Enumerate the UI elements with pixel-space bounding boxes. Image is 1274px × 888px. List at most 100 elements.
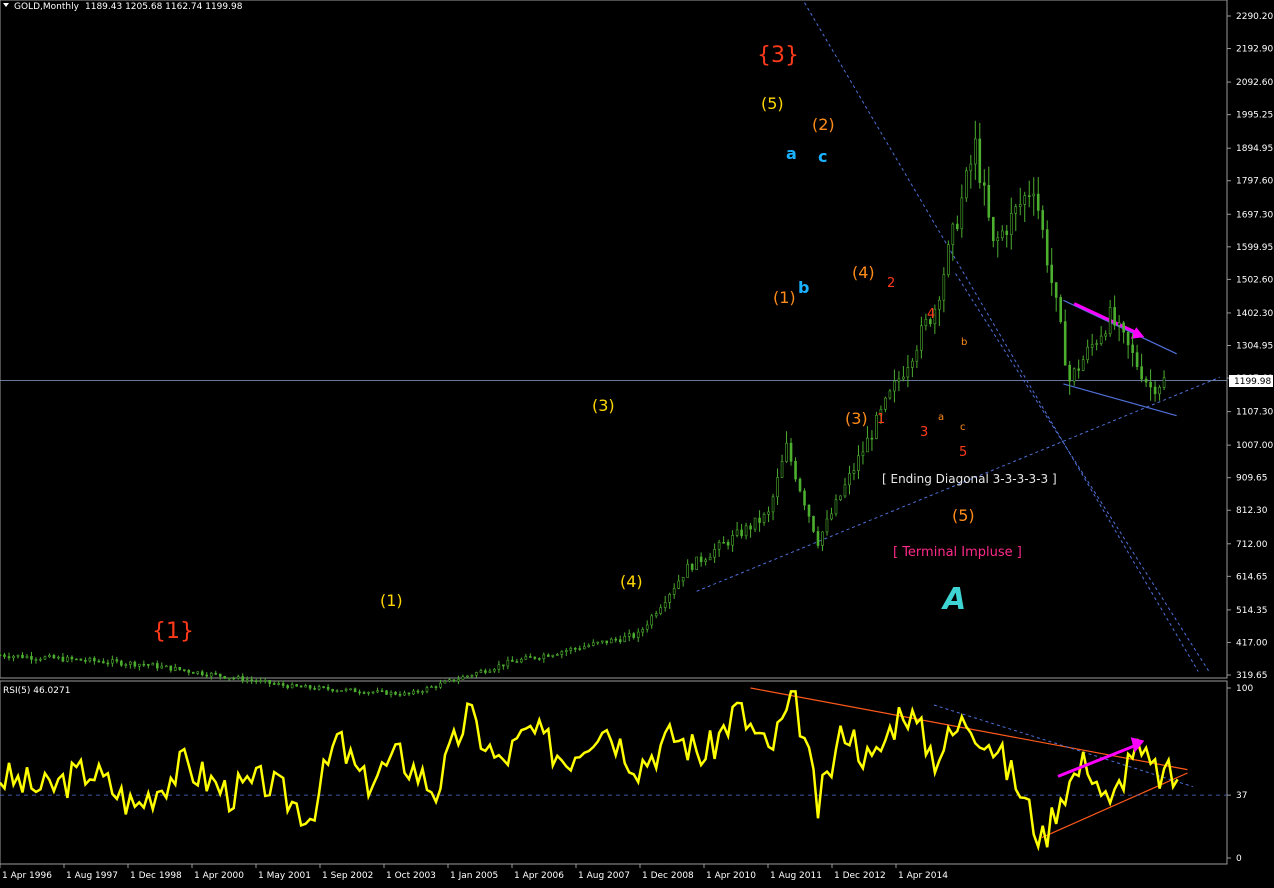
candle-body (39, 658, 42, 661)
candle-body (443, 680, 447, 684)
candle-body (511, 659, 514, 662)
wave-label-sub-a: a (938, 412, 944, 423)
candle-body (650, 615, 654, 626)
candle-body (322, 686, 325, 688)
candle-body (133, 661, 137, 667)
candle-body (713, 549, 716, 558)
x-tick-label: 1 Apr 2010 (706, 871, 756, 881)
y-tick-label: 812.30 (1236, 506, 1268, 516)
candle-body (254, 680, 258, 682)
x-tick-label: 1 Dec 2012 (834, 871, 886, 881)
wave-label-c: c (818, 147, 827, 166)
candle-body (677, 580, 680, 589)
candle-body (906, 367, 910, 378)
candle-body (1086, 346, 1089, 360)
candle-body (938, 299, 941, 310)
candle-body (668, 594, 671, 603)
candle-body (1122, 322, 1125, 333)
candle-body (281, 683, 285, 686)
candle-body (524, 656, 528, 660)
candle-body (740, 529, 743, 537)
candle-body (533, 656, 537, 659)
candle-body (942, 274, 946, 301)
candle-body (475, 672, 478, 676)
candle-body (991, 216, 995, 241)
candle-body (1149, 381, 1152, 388)
candle-body (982, 182, 986, 186)
candle-body (515, 661, 519, 663)
candle-body (367, 691, 370, 694)
candle-body (816, 531, 820, 546)
candle-body (470, 674, 474, 677)
candle-body (538, 658, 541, 660)
terminal-impulse-note: [ Terminal Impluse ] (893, 545, 1022, 560)
candle-body (902, 376, 905, 380)
candle-body (250, 679, 253, 682)
candle-body (169, 665, 173, 671)
candle-body (84, 660, 87, 662)
candle-body (1036, 193, 1040, 211)
candle-body (1045, 229, 1049, 266)
candle-body (1162, 377, 1166, 388)
candle-body (1059, 297, 1063, 322)
candle-body (1117, 322, 1121, 326)
candle-body (115, 659, 119, 662)
candle-body (1104, 333, 1107, 337)
wave-label-o5: (5) (952, 506, 975, 525)
candle-body (947, 244, 950, 275)
candle-body (547, 654, 550, 657)
candle-body (996, 237, 1000, 241)
candle-body (915, 349, 919, 362)
candle-body (857, 455, 860, 471)
candle-body (987, 185, 991, 218)
candle-body (1135, 352, 1139, 367)
y-tick-label: 614.65 (1236, 572, 1268, 582)
candle-body (1018, 204, 1022, 207)
rsi-tick-label: 0 (1236, 854, 1242, 864)
wave-label-r2: 2 (887, 276, 895, 291)
candle-body (1072, 368, 1076, 382)
header-symbol: GOLD,Monthly (14, 2, 80, 12)
wave-label-o3: (3) (845, 409, 868, 428)
candle-body (439, 682, 442, 688)
candle-body (187, 670, 191, 673)
candle-body (565, 650, 568, 653)
candle-body (1099, 335, 1103, 344)
y-tick-label: 417.00 (1236, 638, 1268, 648)
candle-body (587, 645, 591, 647)
y-tick-label: 319.65 (1236, 671, 1268, 681)
candle-body (686, 564, 689, 578)
candle-body (407, 692, 411, 695)
y-tick-label: 1304.95 (1236, 341, 1273, 351)
candle-body (1081, 359, 1085, 371)
candle-body (956, 223, 959, 230)
candle-body (164, 665, 168, 668)
candle-body (600, 640, 604, 643)
candle-body (812, 515, 815, 532)
candle-body (272, 683, 276, 685)
candle-body (1023, 195, 1027, 205)
candle-body (25, 655, 29, 659)
candle-body (102, 661, 105, 664)
candle-body (1068, 364, 1071, 382)
candle-body (1054, 282, 1058, 298)
dropdown-icon[interactable] (3, 3, 9, 7)
candle-body (160, 665, 164, 669)
x-tick-label: 1 May 2001 (258, 871, 311, 881)
candle-body (506, 659, 510, 667)
candle-body (623, 636, 627, 643)
y-tick-label: 1894.95 (1236, 144, 1273, 154)
candle-body (263, 680, 267, 682)
candle-body (843, 484, 847, 497)
y-tick-label: 1599.95 (1236, 243, 1273, 253)
candle-body (591, 642, 595, 646)
candle-body (452, 679, 456, 682)
candle-body (618, 639, 622, 643)
candle-body (749, 525, 752, 530)
candle-body (1050, 264, 1054, 283)
candle-body (722, 542, 725, 544)
candle-body (461, 676, 465, 680)
candle-body (425, 687, 429, 692)
candle-body (421, 691, 424, 693)
candle-body (659, 607, 662, 614)
